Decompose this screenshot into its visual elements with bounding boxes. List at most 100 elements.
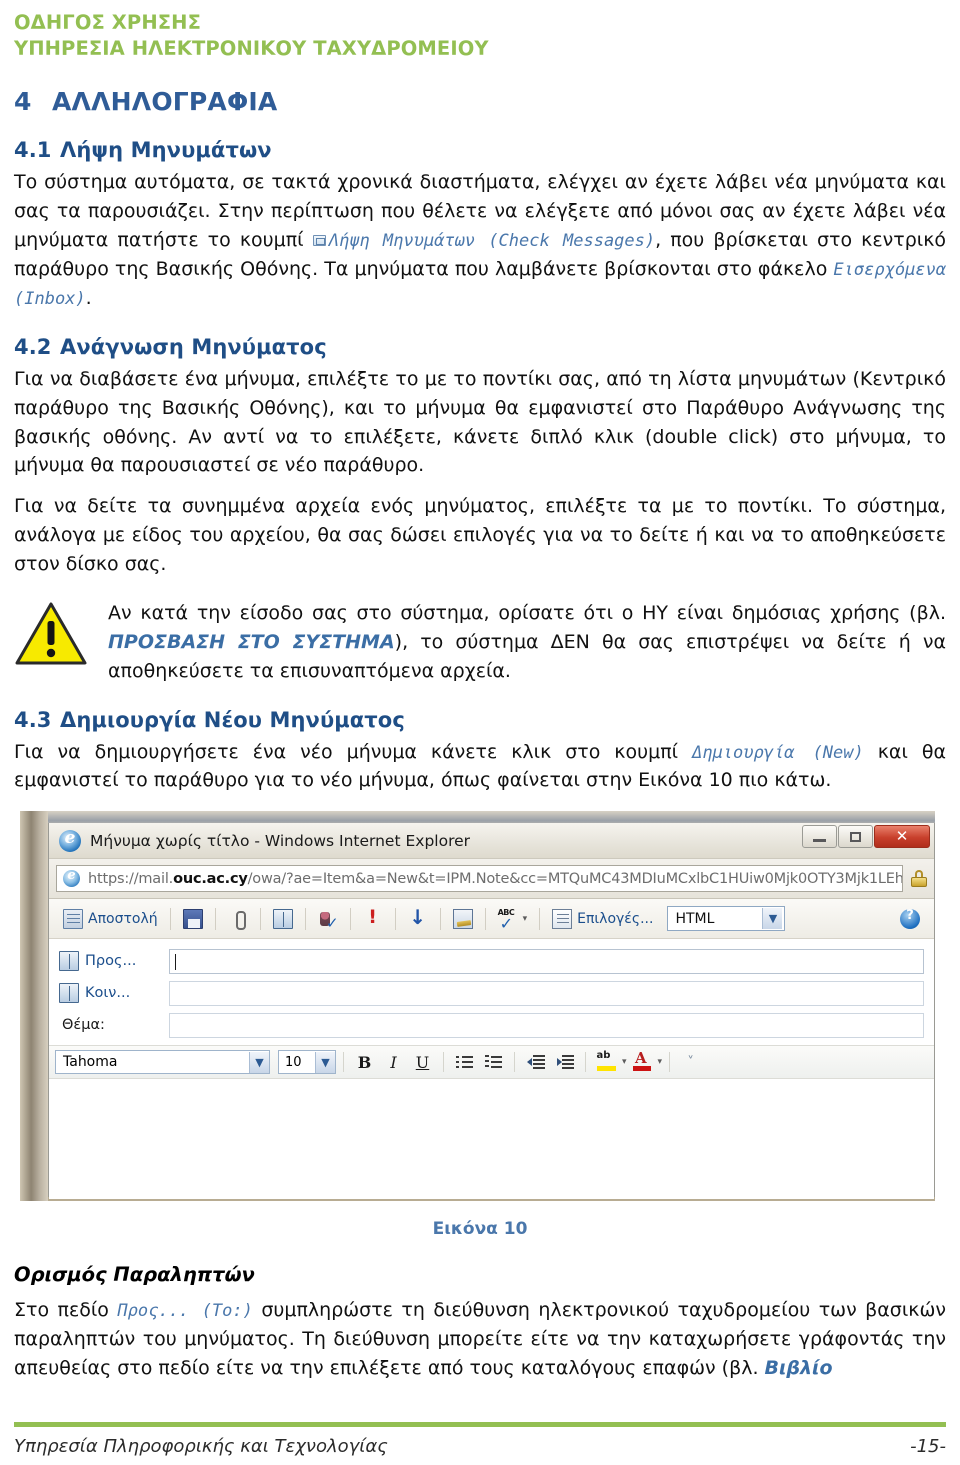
toolbar-separator	[304, 907, 306, 930]
page-footer: Υπηρεσία Πληροφορικής και Τεχνολογίας -1…	[14, 1422, 946, 1457]
cc-button[interactable]: Κοιν...	[59, 983, 169, 1004]
page-icon	[63, 868, 80, 888]
running-header-line2: ΥΠΗΡΕΣΙΑ ΗΛΕΚΤΡΟΝΙΚΟΥ ΤΑΧΥΔΡΟΜΕΙΟΥ	[14, 36, 489, 60]
figure-10: Μήνυμα χωρίς τίτλο - Windows Internet Ex…	[14, 811, 946, 1239]
address-input[interactable]: https://mail.ouc.ac.cy/owa/?ae=Item&a=Ne…	[56, 865, 903, 893]
paragraph-4-3: Για να δημιουργήσετε ένα νέο μήνυμα κάνε…	[14, 738, 946, 796]
italic-button[interactable]: I	[380, 1050, 407, 1074]
running-header-line1: ΟΔΗΓΟΣ ΧΡΗΣΗΣ	[14, 11, 202, 34]
decrease-indent-button[interactable]	[522, 1050, 549, 1074]
spellcheck-button[interactable]: ▾	[492, 906, 534, 933]
highlight-button[interactable]	[593, 1050, 620, 1074]
contacts-book-link: Βιβλίο	[764, 1357, 833, 1380]
toolbar-separator	[539, 907, 541, 930]
font-size-select[interactable]: 10 ▼	[278, 1050, 336, 1075]
high-importance-button[interactable]	[357, 906, 389, 932]
font-family-select[interactable]: Tahoma ▼	[55, 1050, 270, 1075]
warning-part-a: Αν κατά την είσοδο σας στο σύστημα, ορίσ…	[108, 601, 946, 624]
check-messages-icon	[312, 235, 326, 247]
font-color-button[interactable]	[629, 1049, 656, 1074]
toolbar-separator	[443, 1052, 444, 1073]
lock-body	[911, 877, 927, 888]
bulleted-list-button[interactable]	[451, 1050, 478, 1074]
section-number-4-1: 4.1	[14, 138, 52, 163]
section-heading-4-2: 4.2 Ανάγνωση Μηνύματος	[14, 335, 946, 359]
save-button[interactable]	[177, 906, 209, 932]
warning-text: Αν κατά την είσοδο σας στο σύστημα, ορίσ…	[108, 599, 946, 686]
chevron-down-icon[interactable]: ▾	[622, 1057, 627, 1067]
section-title-4-2: Ανάγνωση Μηνύματος	[60, 334, 327, 359]
message-format-select[interactable]: HTML ▼	[667, 906, 786, 932]
options-button[interactable]: Επιλογές...	[546, 906, 659, 932]
warning-callout: Αν κατά την είσοδο σας στο σύστημα, ορίσ…	[14, 599, 946, 686]
address-book-button[interactable]	[267, 906, 299, 932]
to-button[interactable]: Προς...	[59, 951, 169, 972]
font-color-icon	[633, 1049, 652, 1072]
message-body-editor[interactable]	[49, 1079, 934, 1200]
underline-button[interactable]: U	[409, 1050, 436, 1074]
increase-indent-button[interactable]	[551, 1050, 578, 1074]
more-commands-button[interactable]: ˅	[677, 1050, 704, 1074]
close-button[interactable]: ✕	[874, 825, 930, 849]
compose-toolbar: Αποστολή ✓ ! ↓ ABC ✓ ▾ Επιλογές... HTML …	[49, 899, 934, 940]
section-number-4-3: 4.3	[14, 707, 52, 732]
subject-input[interactable]	[169, 1012, 924, 1038]
chevron-down-icon: ▼	[315, 1051, 335, 1073]
numbered-list-button[interactable]	[480, 1050, 507, 1074]
chapter-number: 4	[14, 87, 32, 117]
footer-left-text: Υπηρεσία Πληροφορικής και Τεχνολογίας	[14, 1436, 388, 1457]
chevron-down-icon: ▾	[522, 913, 528, 924]
address-book-icon	[272, 908, 293, 929]
signature-button[interactable]	[447, 906, 479, 932]
check-names-icon	[318, 909, 339, 932]
cc-input[interactable]	[169, 980, 924, 1006]
spellcheck-icon	[498, 908, 518, 933]
to-label: Προς...	[85, 953, 137, 970]
check-names-button[interactable]	[312, 906, 344, 932]
window-controls: ✕	[802, 825, 930, 849]
low-importance-button[interactable]	[402, 905, 434, 932]
chevron-down-icon[interactable]: ▾	[658, 1057, 663, 1067]
address-book-icon	[59, 983, 79, 1004]
toolbar-separator	[484, 907, 486, 930]
subsection-heading: Ορισμός Παραληπτών	[14, 1263, 255, 1287]
subject-label: Θέμα:	[62, 1017, 105, 1034]
message-format-value: HTML	[675, 910, 715, 927]
text-cursor	[175, 953, 176, 970]
toolbar-separator	[394, 907, 396, 930]
document-page: ΟΔΗΓΟΣ ΧΡΗΣΗΣ ΥΠΗΡΕΣΙΑ ΗΛΕΚΤΡΟΝΙΚΟΥ ΤΑΧΥ…	[0, 0, 960, 1465]
internet-explorer-icon	[59, 828, 81, 852]
section-title-4-3: Δημιουργία Νέου Μηνύματος	[60, 707, 405, 732]
font-family-value: Tahoma	[63, 1054, 118, 1071]
address-bar: https://mail.ouc.ac.cy/owa/?ae=Item&a=Ne…	[49, 859, 934, 900]
address-book-icon	[59, 951, 79, 972]
toolbar-separator	[439, 907, 441, 930]
to-input[interactable]	[169, 948, 924, 974]
attach-button[interactable]	[222, 906, 254, 932]
bold-button[interactable]: B	[351, 1050, 378, 1074]
paragraph-4-2-1: Για να διαβάσετε ένα μήνυμα, επιλέξτε το…	[14, 367, 946, 477]
send-button[interactable]: Αποστολή	[57, 906, 164, 932]
toolbar-separator	[169, 907, 171, 930]
compose-fields: Προς... Κοιν... Θέμα:	[49, 939, 934, 1046]
minimize-button[interactable]	[802, 825, 837, 849]
window-title-bar: Μήνυμα χωρίς τίτλο - Windows Internet Ex…	[49, 823, 934, 860]
chevron-down-icon: ▼	[762, 908, 783, 930]
help-button[interactable]	[894, 906, 926, 932]
maximize-button[interactable]	[838, 825, 873, 849]
url-rest: /owa/?ae=Item&a=New&t=IPM.Note&cc=MTQuMC…	[247, 870, 903, 887]
section-number-4-2: 4.2	[14, 334, 52, 359]
toolbar-separator	[259, 907, 261, 930]
internet-explorer-window: Μήνυμα χωρίς τίτλο - Windows Internet Ex…	[48, 823, 935, 1200]
cc-label: Κοιν...	[85, 985, 131, 1002]
subsection-part-a: Στο πεδίο	[14, 1299, 109, 1322]
attach-icon	[228, 909, 248, 930]
toolbar-separator	[585, 1052, 586, 1073]
maximize-icon	[850, 831, 861, 842]
more-commands-icon: ˅	[687, 1054, 694, 1070]
figure-caption: Εικόνα 10	[432, 1219, 528, 1240]
to-field-term: Προς... (To:)	[117, 1301, 253, 1322]
toolbar-separator	[514, 1052, 515, 1073]
font-size-value: 10	[285, 1054, 302, 1070]
help-icon	[900, 908, 920, 929]
